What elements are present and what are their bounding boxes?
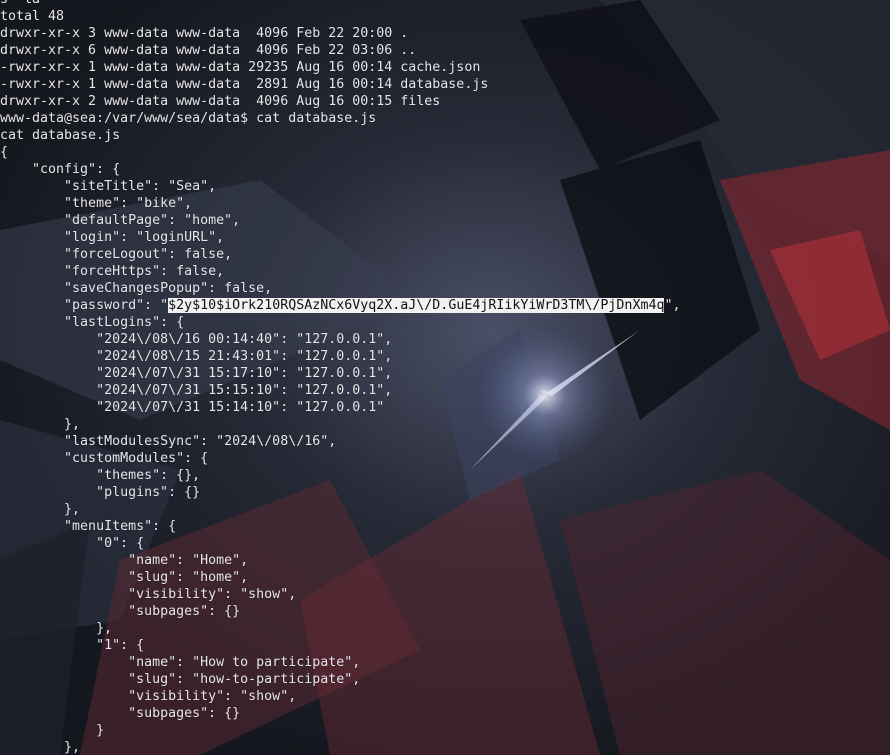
terminal-line: "plugins": {} — [0, 485, 201, 500]
terminal-line: "defaultPage": "home", — [0, 213, 241, 228]
terminal-line: "2024\/08\/15 21:43:01": "127.0.0.1", — [0, 349, 393, 364]
terminal-line: drwxr-xr-x 2 www-data www-data 4096 Aug … — [0, 94, 441, 109]
terminal-line: "subpages": {} — [0, 604, 241, 619]
password-key: "password": " — [0, 298, 169, 313]
terminal-line: "customModules": { — [0, 451, 209, 466]
terminal-line: "theme": "bike", — [0, 196, 193, 211]
terminal-line: cat database.js — [0, 128, 121, 143]
terminal-line: }, — [0, 502, 81, 517]
terminal-output[interactable]: s -la total 48 drwxr-xr-x 3 www-data www… — [0, 0, 890, 755]
terminal-line: "subpages": {} — [0, 706, 241, 721]
terminal-line: { — [0, 145, 9, 160]
shell-prompt-line: www-data@sea:/var/www/sea/data$ cat data… — [0, 111, 377, 126]
terminal-line: "slug": "how-to-participate", — [0, 672, 361, 687]
terminal-line: "forceLogout": false, — [0, 247, 233, 262]
terminal-line: "2024\/07\/31 15:15:10": "127.0.0.1", — [0, 383, 393, 398]
terminal-line: "config": { — [0, 162, 121, 177]
terminal-line: "themes": {}, — [0, 468, 201, 483]
terminal-line: "2024\/07\/31 15:17:10": "127.0.0.1", — [0, 366, 393, 381]
password-line-end: ", — [664, 298, 681, 313]
terminal-line: "saveChangesPopup": false, — [0, 281, 273, 296]
terminal-line: }, — [0, 417, 81, 432]
terminal-line: "lastModulesSync": "2024\/08\/16", — [0, 434, 337, 449]
terminal-line: "name": "Home", — [0, 553, 249, 568]
terminal-line: "menuItems": { — [0, 519, 177, 534]
password-line: "password": "$2y$10$iOrk210RQSAzNCx6Vyq2… — [0, 297, 890, 314]
terminal-line: "forceHttps": false, — [0, 264, 225, 279]
terminal-line: "siteTitle": "Sea", — [0, 179, 217, 194]
terminal-line: "lastLogins": { — [0, 315, 185, 330]
terminal-line: drwxr-xr-x 6 www-data www-data 4096 Feb … — [0, 43, 417, 58]
terminal-line: } — [0, 723, 105, 738]
terminal-line: "1": { — [0, 638, 145, 653]
terminal-line: s -la — [0, 0, 890, 8]
terminal-line: "login": "loginURL", — [0, 230, 225, 245]
terminal-line: "slug": "home", — [0, 570, 249, 585]
terminal-line: "2024\/07\/31 15:14:10": "127.0.0.1" — [0, 400, 385, 415]
terminal-line: drwxr-xr-x 3 www-data www-data 4096 Feb … — [0, 26, 409, 41]
terminal-line: "name": "How to participate", — [0, 655, 361, 670]
terminal-line: }, — [0, 621, 113, 636]
terminal-line: total 48 — [0, 9, 65, 24]
terminal-line: "2024\/08\/16 00:14:40": "127.0.0.1", — [0, 332, 393, 347]
terminal-line: }, — [0, 740, 81, 755]
terminal-line: "visibility": "show", — [0, 587, 297, 602]
terminal-line: -rwxr-xr-x 1 www-data www-data 2891 Aug … — [0, 77, 489, 92]
terminal-line: "visibility": "show", — [0, 689, 297, 704]
terminal-line: "0": { — [0, 536, 145, 551]
terminal-line: -rwxr-xr-x 1 www-data www-data 29235 Aug… — [0, 60, 481, 75]
selected-password-hash[interactable]: $2y$10$iOrk210RQSAzNCx6Vyq2X.aJ\/D.GuE4j… — [168, 298, 665, 313]
